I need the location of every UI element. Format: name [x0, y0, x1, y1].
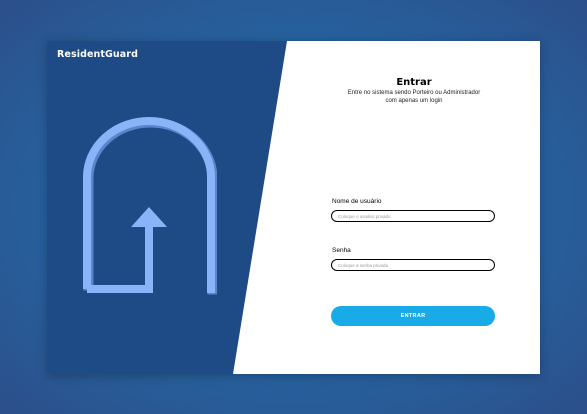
login-card: ResidentGuard Entrar Entre no sistema se…	[47, 41, 540, 374]
password-field[interactable]	[331, 259, 495, 271]
username-field[interactable]	[331, 210, 495, 222]
subtitle-line-2: com apenas um login	[385, 97, 443, 104]
brand-panel: ResidentGuard	[47, 41, 287, 374]
page-title: Entrar	[396, 77, 432, 88]
brand-name: ResidentGuard	[57, 49, 138, 60]
login-button[interactable]: ENTRAR	[331, 306, 495, 326]
username-label: Nome de usuário	[332, 198, 382, 205]
arch-arrow-icon	[83, 117, 217, 295]
subtitle-line-1: Entre no sistema sendo Porteiro ou Admin…	[347, 90, 481, 96]
page-subtitle: Entre no sistema sendo Porteiro ou Admin…	[331, 90, 497, 105]
password-label: Senha	[332, 247, 351, 254]
